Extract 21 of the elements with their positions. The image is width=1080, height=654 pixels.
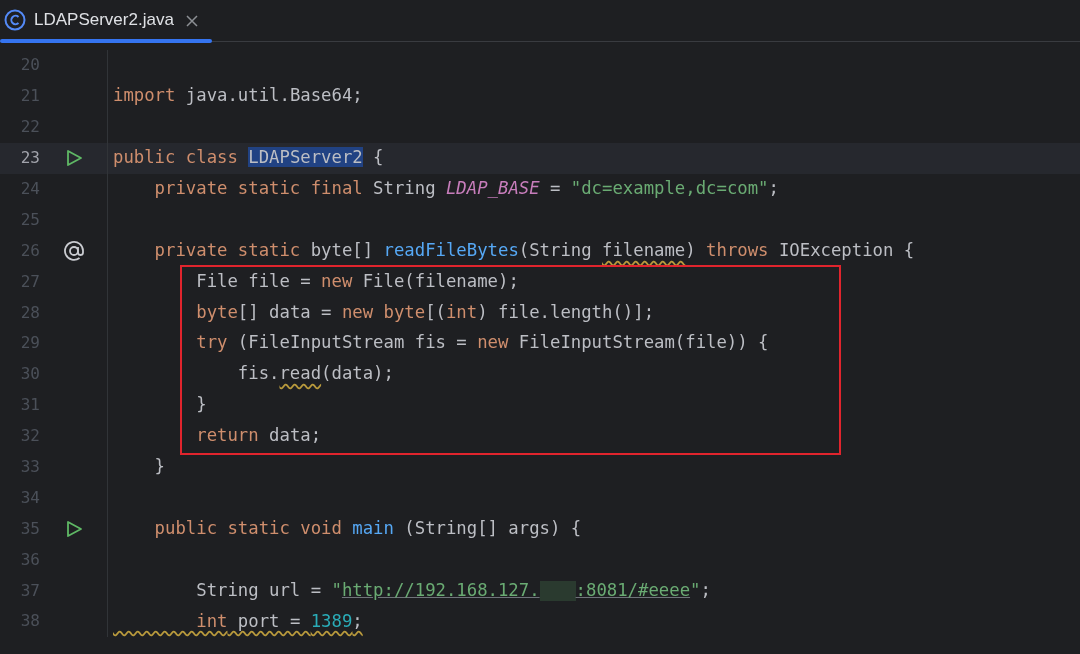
code-line: byte[] data = new byte[(int) file.length()]; (195, 300, 655, 324)
run-icon[interactable] (64, 519, 83, 538)
code-line: import java.util.Base64; (112, 84, 363, 108)
code-line: public static void main (String[] args) { (153, 516, 582, 540)
code-line: fis.read(data); (236, 362, 394, 386)
code-line: private static final String LDAP_BASE = "dc=example,dc=com"; (153, 177, 779, 201)
code-line: public class LDAPServer2 { (112, 146, 384, 170)
run-icon[interactable] (64, 149, 83, 168)
code-line: File file = new File(filename); (195, 269, 519, 293)
code-line: String url = "http://192.168.127. :8081/#eeee"; (195, 578, 711, 603)
code-line: private static byte[] readFileBytes(String filename) throws IOException { (153, 238, 915, 262)
code-line: int port = 1389; (195, 609, 363, 633)
code-line: return data; (195, 424, 322, 448)
file-tab[interactable]: LDAPServer2.java (0, 0, 212, 41)
code-line: try (FileInputStream fis = new FileInputStream(file)) { (195, 331, 769, 355)
code-line: } (195, 393, 207, 417)
annotation-icon[interactable] (62, 239, 85, 262)
code-line: } (153, 455, 166, 479)
class-icon (4, 9, 26, 31)
tab-label[interactable]: LDAPServer2.java (34, 7, 174, 33)
line-number: 23 (19, 147, 40, 170)
